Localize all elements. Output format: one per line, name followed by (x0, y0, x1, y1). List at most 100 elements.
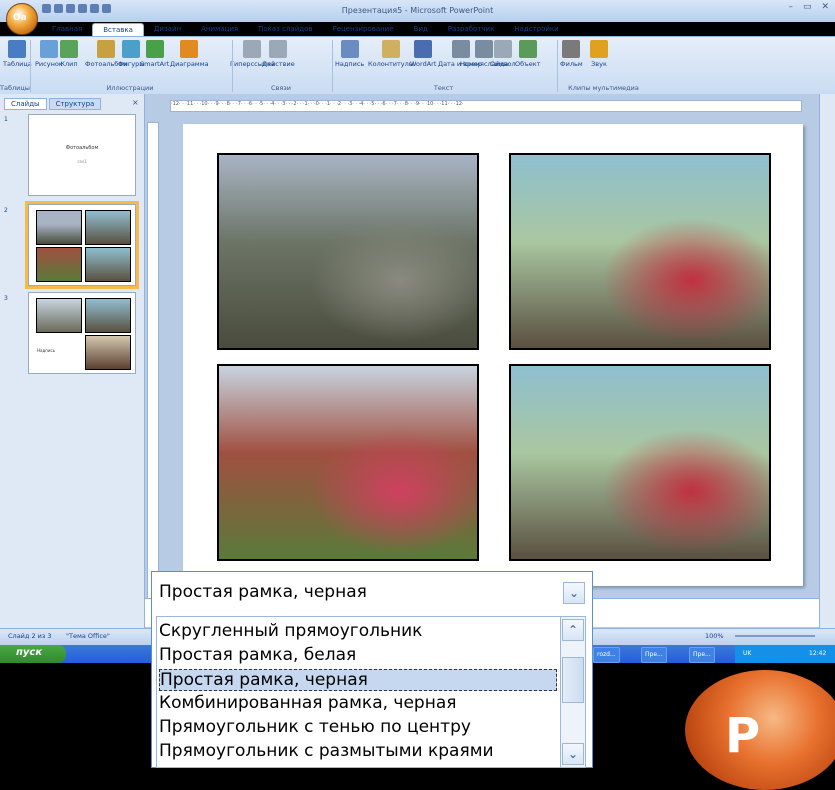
photo-hill-group[interactable] (217, 153, 479, 350)
slide-thumbnail-3[interactable]: Надпись (28, 292, 136, 374)
header-footer-button[interactable]: Колонтитулы (368, 40, 414, 68)
button-label: Звук (591, 60, 607, 68)
slide-thumbnail-2[interactable] (25, 201, 139, 289)
dropdown-option[interactable]: Скругленный прямоугольник (159, 621, 422, 641)
dropdown-option[interactable]: Прямоугольник с размытыми краями (159, 741, 494, 761)
tab-3[interactable]: Анимация (191, 23, 248, 36)
object-button[interactable]: Объект (515, 40, 540, 68)
table-button[interactable]: Таблица (3, 40, 32, 68)
dropdown-selected-value[interactable]: Простая рамка, черная (159, 582, 367, 602)
chevron-down-icon[interactable]: ⌄ (563, 582, 585, 604)
tab-0[interactable]: Главная (42, 23, 92, 36)
slide-number: 2 (4, 207, 8, 214)
slide-thumbnail-1[interactable]: Фотоальбом сеs1 (28, 114, 136, 196)
textbox-button[interactable]: Надпись (335, 40, 364, 68)
slide-number: 3 (4, 295, 8, 302)
slides-pane-tabs: Слайды Структура (4, 98, 103, 110)
thumb-photo (85, 247, 131, 282)
ribbon-group-label: Клипы мультимедиа (568, 84, 639, 92)
hyperlink-icon (243, 40, 262, 58)
button-label: Фильм (560, 60, 583, 68)
tab-4[interactable]: Показ слайдов (248, 23, 322, 36)
thumb-photo (36, 247, 82, 282)
tab-outline[interactable]: Структура (48, 98, 102, 110)
tab-5[interactable]: Рецензирование (323, 23, 404, 36)
vertical-scrollbar[interactable] (819, 94, 835, 628)
thumb-photo (36, 210, 82, 245)
dropdown-option[interactable]: Простая рамка, белая (159, 645, 356, 665)
smartart-icon (145, 40, 164, 58)
chevron-down-icon[interactable]: ⌄ (562, 743, 584, 765)
chart-button[interactable]: Диаграмма (170, 40, 209, 68)
header-footer-icon (381, 40, 400, 58)
language-indicator[interactable]: UK (743, 650, 751, 657)
zoom-level: 100% (705, 632, 724, 640)
dropdown-scrollbar[interactable]: ⌃ ⌄ (560, 616, 586, 768)
button-label: Таблица (3, 60, 32, 68)
office-button-label: Oa (13, 13, 27, 23)
button-label: Символ (490, 60, 516, 68)
taskbar-item[interactable]: Пре... (641, 647, 667, 663)
tab-7[interactable]: Разработчик (438, 23, 505, 36)
tab-8[interactable]: Надстройки (504, 23, 568, 36)
logo-letter: P (725, 708, 761, 764)
scrollbar-thumb[interactable] (562, 657, 584, 703)
close-button[interactable]: ✕ (821, 2, 829, 12)
button-label: WordArt (410, 60, 437, 68)
tab-2[interactable]: Дизайн (144, 23, 191, 36)
wordart-button[interactable]: WordArt (410, 40, 436, 68)
action-button[interactable]: Действие (262, 40, 295, 68)
clipart-button[interactable]: Клип (60, 40, 78, 68)
close-icon[interactable]: × (132, 98, 139, 107)
vertical-ruler (147, 122, 159, 614)
taskbar-item[interactable]: Пре... (689, 647, 715, 663)
smartart-button[interactable]: SmartArt (140, 40, 169, 68)
minimize-button[interactable]: – (788, 2, 793, 12)
dropdown-option-selected[interactable]: Простая рамка, черная (159, 669, 557, 691)
horizontal-ruler: ·12· · ·11· · ·10· · ·9· · ·8· · ·7· · ·… (170, 100, 802, 112)
tab-1[interactable]: Вставка (92, 23, 144, 36)
ribbon-group-label: Связи (271, 84, 291, 92)
maximize-button[interactable]: ▭ (803, 2, 812, 12)
slide-canvas[interactable] (183, 124, 803, 586)
clock: 12:42 (809, 650, 827, 657)
button-label: Объект (515, 60, 541, 68)
action-icon (269, 40, 288, 58)
sound-button[interactable]: Звук (590, 40, 608, 68)
ribbon-separator (557, 40, 558, 92)
chevron-up-icon[interactable]: ⌃ (562, 619, 584, 641)
button-label: Диаграмма (170, 60, 209, 68)
taskbar-item[interactable]: rozd... (593, 647, 620, 663)
picture-button[interactable]: Рисунок (35, 40, 63, 68)
ribbon-group-label: Таблицы (0, 84, 30, 92)
thumb-photo (85, 210, 131, 245)
photo-carriage-street-2[interactable] (509, 364, 771, 561)
photo-church-girls[interactable] (217, 364, 479, 561)
textbox-icon (340, 40, 359, 58)
photo-carriage-street[interactable] (509, 153, 771, 350)
movie-button[interactable]: Фильм (560, 40, 583, 68)
symbol-button[interactable]: Символ (490, 40, 516, 68)
tab-slides[interactable]: Слайды (4, 98, 47, 110)
system-tray: UK 12:42 (735, 645, 835, 663)
zoom-slider[interactable] (735, 635, 815, 637)
dropdown-option[interactable]: Комбинированная рамка, черная (159, 693, 456, 713)
ribbon-group-label: Иллюстрации (106, 84, 154, 92)
window-title: Презентация5 - Microsoft PowerPoint (341, 6, 494, 15)
clipart-icon (60, 40, 78, 58)
frame-shape-dropdown[interactable]: Простая рамка, черная ⌄ Скругленный прям… (151, 571, 593, 768)
shapes-icon (122, 40, 141, 58)
theme-name: "Тема Office" (66, 632, 110, 640)
dropdown-list: Скругленный прямоугольник Простая рамка,… (156, 616, 562, 768)
ribbon-separator (232, 40, 233, 92)
table-icon (8, 40, 27, 58)
button-label: Действие (262, 60, 295, 68)
dropdown-option[interactable]: Прямоугольник с тенью по центру (159, 717, 471, 737)
button-label: Колонтитулы (368, 60, 414, 68)
sound-icon (590, 40, 608, 58)
tab-6[interactable]: Вид (404, 23, 438, 36)
start-button[interactable]: пуск (0, 645, 66, 663)
office-button[interactable]: Oa (6, 3, 38, 35)
button-label: Клип (60, 60, 78, 68)
button-label: Рисунок (35, 60, 63, 68)
